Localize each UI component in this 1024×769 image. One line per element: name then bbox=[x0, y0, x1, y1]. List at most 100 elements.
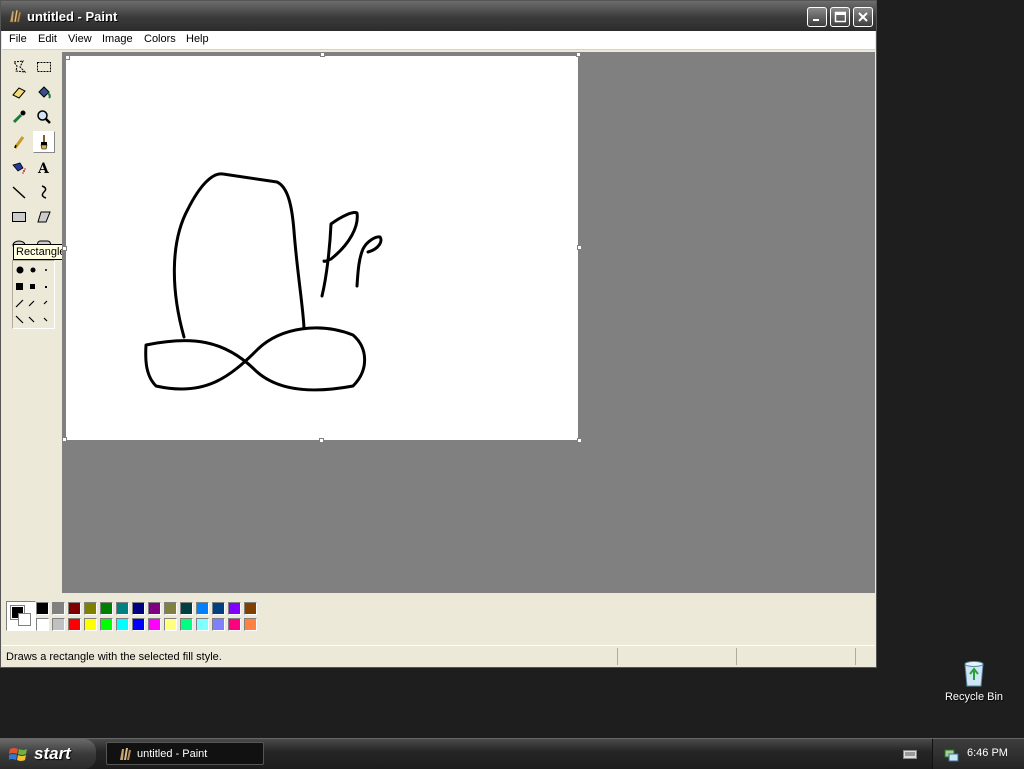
taskbar-item-paint[interactable]: untitled - Paint bbox=[106, 742, 264, 765]
status-divider bbox=[855, 648, 856, 665]
maximize-button[interactable] bbox=[830, 7, 850, 27]
color-swatch[interactable] bbox=[148, 602, 161, 615]
resize-handle-corner[interactable] bbox=[577, 438, 582, 443]
color-swatch[interactable] bbox=[148, 618, 161, 631]
color-swatch[interactable] bbox=[68, 602, 81, 615]
color-swatch[interactable] bbox=[116, 602, 129, 615]
taskbar: start untitled - Paint 6:46 PM bbox=[0, 738, 1024, 769]
menu-bar: File Edit View Image Colors Help bbox=[2, 31, 875, 50]
system-tray: 6:46 PM bbox=[932, 739, 1024, 769]
pencil-icon bbox=[13, 136, 25, 149]
menu-edit[interactable]: Edit bbox=[38, 33, 57, 45]
tool-line[interactable] bbox=[8, 181, 30, 203]
title-bar[interactable]: untitled - Paint bbox=[1, 1, 876, 31]
drawing-canvas[interactable] bbox=[66, 56, 578, 440]
status-divider bbox=[736, 648, 737, 665]
network-icon[interactable] bbox=[943, 746, 959, 762]
tool-tooltip: Rectangle bbox=[13, 244, 69, 260]
keyboard-icon[interactable] bbox=[903, 748, 917, 760]
color-swatch[interactable] bbox=[52, 602, 65, 615]
paint-app-icon bbox=[120, 748, 131, 760]
color-swatch[interactable] bbox=[180, 618, 193, 631]
brush-shape-options bbox=[12, 260, 55, 329]
resize-handle bbox=[576, 52, 581, 57]
maximize-icon bbox=[834, 11, 846, 23]
color-swatch[interactable] bbox=[180, 602, 193, 615]
color-swatch[interactable] bbox=[116, 618, 129, 631]
magnifier-icon bbox=[37, 110, 51, 124]
color-swatch[interactable] bbox=[196, 618, 209, 631]
status-bar: Draws a rectangle with the selected fill… bbox=[2, 645, 875, 667]
tool-pick-color[interactable] bbox=[8, 106, 30, 128]
paint-window: untitled - Paint File Edit View Image Co… bbox=[0, 0, 877, 668]
color-swatch[interactable] bbox=[212, 602, 225, 615]
color-swatch[interactable] bbox=[228, 602, 241, 615]
tool-eraser[interactable] bbox=[8, 81, 30, 103]
tool-free-form-select[interactable] bbox=[8, 56, 30, 78]
tool-select[interactable] bbox=[33, 56, 55, 78]
tool-fill-with-color[interactable] bbox=[33, 81, 55, 103]
menu-view[interactable]: View bbox=[68, 33, 92, 45]
eraser-icon bbox=[12, 87, 26, 99]
eyedropper-icon bbox=[12, 110, 26, 124]
tool-airbrush[interactable] bbox=[8, 156, 30, 178]
color-swatch[interactable] bbox=[244, 618, 257, 631]
status-divider bbox=[617, 648, 618, 665]
tool-magnifier[interactable] bbox=[33, 106, 55, 128]
tool-curve[interactable] bbox=[33, 181, 55, 203]
line-icon bbox=[12, 186, 26, 199]
resize-handle bbox=[62, 246, 67, 251]
tool-brush[interactable] bbox=[33, 131, 55, 153]
color-swatch[interactable] bbox=[196, 602, 209, 615]
color-swatch[interactable] bbox=[100, 602, 113, 615]
tool-polygon[interactable] bbox=[33, 206, 55, 228]
menu-colors[interactable]: Colors bbox=[144, 33, 176, 45]
select-icon bbox=[37, 62, 51, 72]
free-form-select-icon bbox=[13, 60, 27, 73]
recycle-bin-label: Recycle Bin bbox=[944, 691, 1004, 703]
taskbar-item-label: untitled - Paint bbox=[137, 748, 208, 760]
start-button[interactable]: start bbox=[0, 739, 96, 769]
minimize-icon bbox=[813, 19, 819, 21]
paint-app-icon bbox=[9, 9, 22, 23]
resize-handle-right[interactable] bbox=[577, 245, 582, 250]
color-swatch[interactable] bbox=[132, 602, 145, 615]
tool-text[interactable]: A bbox=[33, 156, 55, 178]
color-swatch[interactable] bbox=[244, 602, 257, 615]
tool-pencil[interactable] bbox=[8, 131, 30, 153]
color-swatch[interactable] bbox=[164, 618, 177, 631]
window-title: untitled - Paint bbox=[27, 9, 118, 24]
background-color bbox=[18, 613, 31, 626]
recycle-bin[interactable]: Recycle Bin bbox=[938, 656, 1010, 703]
color-swatch[interactable] bbox=[84, 618, 97, 631]
resize-handle bbox=[65, 55, 70, 60]
color-swatch[interactable] bbox=[212, 618, 225, 631]
menu-image[interactable]: Image bbox=[102, 33, 133, 45]
color-swatch[interactable] bbox=[68, 618, 81, 631]
close-button[interactable] bbox=[853, 7, 873, 27]
brush-icon bbox=[40, 135, 48, 150]
menu-help[interactable]: Help bbox=[186, 33, 209, 45]
current-colors bbox=[6, 601, 36, 631]
fill-bucket-icon bbox=[38, 86, 51, 99]
color-swatch[interactable] bbox=[84, 602, 97, 615]
minimize-button[interactable] bbox=[807, 7, 827, 27]
color-swatch[interactable] bbox=[228, 618, 241, 631]
color-swatch[interactable] bbox=[100, 618, 113, 631]
clock[interactable]: 6:46 PM bbox=[967, 747, 1008, 759]
color-swatch[interactable] bbox=[164, 602, 177, 615]
color-swatch[interactable] bbox=[132, 618, 145, 631]
menu-file[interactable]: File bbox=[9, 33, 27, 45]
recycle-bin-icon bbox=[964, 661, 984, 687]
color-swatch[interactable] bbox=[36, 602, 49, 615]
status-text: Draws a rectangle with the selected fill… bbox=[6, 651, 222, 663]
color-swatch[interactable] bbox=[52, 618, 65, 631]
brush-shapes-grid[interactable] bbox=[13, 261, 54, 328]
rectangle-icon bbox=[12, 212, 26, 222]
resize-handle-bottom[interactable] bbox=[319, 438, 324, 443]
tool-rectangle[interactable] bbox=[8, 206, 30, 228]
toolbox: A bbox=[5, 53, 61, 593]
color-swatch[interactable] bbox=[36, 618, 49, 631]
svg-text:A: A bbox=[37, 161, 50, 175]
polygon-icon bbox=[37, 211, 51, 223]
